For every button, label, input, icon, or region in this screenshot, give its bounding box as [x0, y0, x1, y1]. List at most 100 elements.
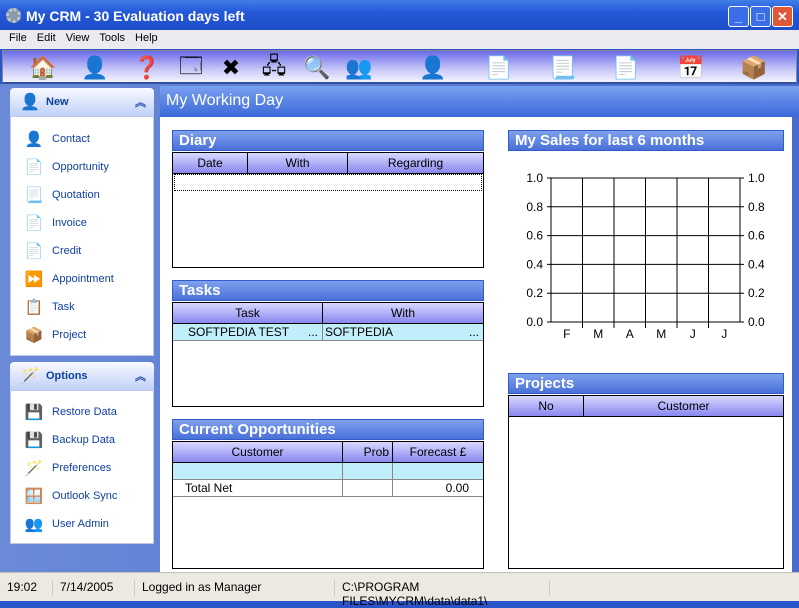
- diary-empty-row[interactable]: [174, 174, 482, 191]
- contact-icon: 👤: [24, 131, 44, 148]
- menu-view[interactable]: View: [61, 32, 95, 49]
- sidebar-item-label: Outlook Sync: [52, 490, 118, 502]
- sidebar-item-opportunity[interactable]: 📄 Opportunity: [11, 153, 153, 181]
- new-panel-header[interactable]: 👤 New ︽: [10, 88, 154, 116]
- invoice-button[interactable]: 📄: [610, 54, 642, 82]
- sidebar-item-contact[interactable]: 👤 Contact: [11, 125, 153, 153]
- network-icon: 🖧: [261, 53, 287, 78]
- status-bar: 19:02 7/14/2005 Logged in as Manager C:\…: [0, 572, 799, 608]
- maximize-button[interactable]: □: [750, 6, 771, 27]
- diary-table: Date With Regarding: [172, 152, 484, 268]
- col-with[interactable]: With: [248, 153, 348, 173]
- y-tick-label-right: 1.0: [748, 171, 765, 185]
- toolbar: 🏠 👤 ❓ 🗔 ✖ 🖧 🔍 👥 👤 📄 📃 📄 📅 📦: [2, 50, 797, 84]
- sidebar-item-quotation[interactable]: 📃 Quotation: [11, 181, 153, 209]
- menu-help[interactable]: Help: [130, 32, 163, 49]
- col-task[interactable]: Task: [173, 303, 323, 323]
- col-prob[interactable]: Prob: [343, 442, 393, 462]
- users-button[interactable]: 👥: [343, 54, 375, 82]
- excel-icon: ✖: [221, 55, 241, 80]
- search-button[interactable]: 🔍: [301, 54, 333, 82]
- y-tick-label-left: 0.4: [526, 257, 543, 271]
- status-path: C:\PROGRAM FILES\MYCRM\data\data1\: [335, 580, 550, 608]
- sidebar-item-invoice[interactable]: 📄 Invoice: [11, 209, 153, 237]
- col-regarding[interactable]: Regarding: [348, 153, 483, 173]
- sidebar-item-appointment[interactable]: ⏩ Appointment: [11, 265, 153, 293]
- y-tick-label-left: 0.2: [526, 286, 543, 300]
- sidebar-item-credit[interactable]: 📄 Credit: [11, 237, 153, 265]
- appointment-icon: ⏩: [24, 271, 44, 288]
- window-icon: 🗔: [179, 53, 203, 78]
- sidebar-item-task[interactable]: 📋 Task: [11, 293, 153, 321]
- y-tick-label-left: 0.6: [526, 229, 543, 243]
- network-button[interactable]: 🖧: [258, 53, 290, 82]
- help-button[interactable]: ❓: [131, 54, 163, 82]
- new-user-icon: 👤: [20, 94, 40, 111]
- table-row[interactable]: [173, 463, 483, 480]
- invoice-icon: 📄: [612, 55, 640, 80]
- title-bar: My CRM - 30 Evaluation days left: [0, 0, 799, 30]
- options-panel-header[interactable]: 🪄 Options ︽: [10, 362, 154, 390]
- calendar-icon: 📅: [677, 55, 705, 80]
- projects-header: Projects: [508, 373, 784, 394]
- x-tick-label: J: [721, 327, 727, 341]
- diary-header: Diary: [172, 130, 484, 151]
- minimize-button[interactable]: _: [728, 6, 749, 27]
- menu-file[interactable]: File: [4, 32, 32, 49]
- table-row[interactable]: SOFTPEDIA TEST... SOFTPEDIA...: [173, 324, 483, 341]
- task-name: SOFTPEDIA TEST: [188, 325, 290, 339]
- sidebar-item-backup-data[interactable]: 💾 Backup Data: [11, 426, 153, 454]
- collapse-icon[interactable]: ︽: [135, 368, 146, 384]
- contact-icon: 👤: [419, 55, 447, 80]
- user-admin-icon: 👥: [24, 516, 44, 533]
- sidebar-item-label: Appointment: [52, 273, 114, 285]
- col-date[interactable]: Date: [173, 153, 248, 173]
- project-button[interactable]: 📦: [738, 54, 770, 82]
- sidebar-item-outlook-sync[interactable]: 🪟 Outlook Sync: [11, 482, 153, 510]
- menu-edit[interactable]: Edit: [32, 32, 61, 49]
- opportunities-table: Customer Prob Forecast £ Total Net 0.00: [172, 441, 484, 569]
- project-icon: 📦: [24, 327, 44, 344]
- collapse-icon[interactable]: ︽: [135, 94, 146, 110]
- project-icon: 📦: [740, 55, 768, 80]
- window-button[interactable]: 🗔: [175, 53, 207, 82]
- task-with: SOFTPEDIA: [325, 325, 394, 339]
- home-button[interactable]: 🏠: [27, 54, 59, 82]
- col-customer[interactable]: Customer: [173, 442, 343, 462]
- preferences-icon: 🪄: [24, 460, 44, 477]
- x-tick-label: J: [690, 327, 696, 341]
- contact-button[interactable]: 👤: [417, 54, 449, 82]
- tasks-table: Task With SOFTPEDIA TEST... SOFTPEDIA...: [172, 302, 484, 407]
- menu-bar: File Edit View Tools Help: [0, 30, 799, 49]
- ellipsis: ...: [307, 325, 318, 339]
- calendar-button[interactable]: 📅: [675, 54, 707, 82]
- opportunity-button[interactable]: 📄: [483, 54, 515, 82]
- sidebar-item-preferences[interactable]: 🪄 Preferences: [11, 454, 153, 482]
- sidebar-item-label: Opportunity: [52, 161, 109, 173]
- quotation-button[interactable]: 📃: [547, 54, 579, 82]
- col-with[interactable]: With: [323, 303, 483, 323]
- sidebar-item-label: Invoice: [52, 217, 87, 229]
- home-icon: 🏠: [29, 55, 57, 80]
- sidebar-item-label: Project: [52, 329, 87, 341]
- sidebar-item-restore-data[interactable]: 💾 Restore Data: [11, 398, 153, 426]
- sidebar-item-user-admin[interactable]: 👥 User Admin: [11, 510, 153, 538]
- y-tick-label-right: 0.0: [748, 315, 765, 329]
- total-label: Total Net: [173, 480, 343, 496]
- search-icon: 🔍: [303, 55, 331, 80]
- col-forecast[interactable]: Forecast £: [393, 442, 483, 462]
- excel-button[interactable]: ✖: [215, 54, 247, 82]
- close-button[interactable]: ✕: [772, 6, 793, 27]
- sidebar-item-label: Task: [52, 301, 75, 313]
- x-tick-label: F: [563, 327, 570, 341]
- sidebar-item-project[interactable]: 📦 Project: [11, 321, 153, 349]
- menu-tools[interactable]: Tools: [94, 32, 130, 49]
- backup-data-icon: 💾: [24, 432, 44, 449]
- col-no[interactable]: No: [509, 396, 584, 416]
- options-panel-title: Options: [46, 370, 88, 382]
- sales-header: My Sales for last 6 months: [508, 130, 784, 151]
- page-title: My Working Day: [160, 86, 799, 117]
- y-tick-label-right: 0.8: [748, 200, 765, 214]
- col-customer[interactable]: Customer: [584, 396, 783, 416]
- add-user-button[interactable]: 👤: [79, 54, 111, 82]
